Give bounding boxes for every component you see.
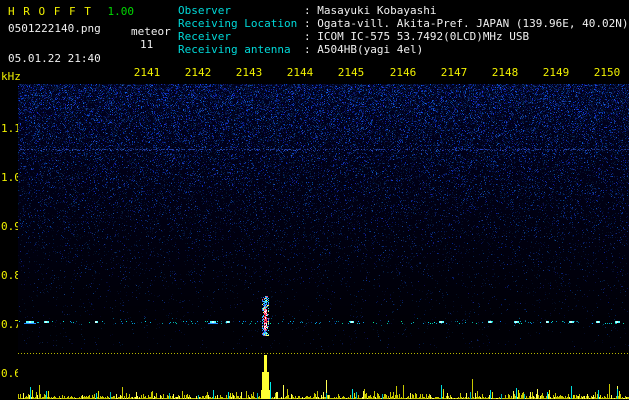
- x-tick-label: 2145: [337, 66, 365, 79]
- station-row-observer: Observer Masayuki Kobayashi: [178, 4, 629, 17]
- station-value: ICOM IC-575 53.7492(0LCD)MHz USB: [304, 30, 529, 43]
- station-info: Observer Masayuki Kobayashi Receiving Loc…: [178, 4, 629, 56]
- y-tick-label: 0.7: [1, 318, 21, 331]
- signal-level-canvas: [18, 352, 629, 400]
- station-label: Receiving Location: [178, 17, 298, 30]
- x-tick-label: 2147: [440, 66, 468, 79]
- y-tick-label: 0.8: [1, 269, 21, 282]
- spectrogram-canvas: [18, 84, 629, 350]
- datetime: 05.01.22 21:40: [8, 52, 101, 65]
- x-tick-label: 2141: [133, 66, 161, 79]
- y-tick-label: 0.9: [1, 220, 21, 233]
- time-axis: 2141 2142 2143 2144 2145 2146 2147 2148 2149 2150: [0, 66, 629, 79]
- x-tick-label: 2146: [389, 66, 417, 79]
- title-row: H R O F F T 1.00: [8, 5, 134, 18]
- station-label: Receiver: [178, 30, 231, 43]
- station-label: Receiving antenna: [178, 43, 291, 56]
- x-tick-label: 2142: [184, 66, 212, 79]
- x-tick-label: 2148: [491, 66, 519, 79]
- station-label: Observer: [178, 4, 231, 17]
- x-tick-label: 2150: [593, 66, 621, 79]
- meteor-count: 11: [140, 38, 154, 51]
- x-tick-label: 2143: [235, 66, 263, 79]
- y-tick-label: 1.1: [1, 122, 21, 135]
- output-filename: 0501222140.png: [8, 22, 101, 35]
- station-value: Masayuki Kobayashi: [304, 4, 436, 17]
- station-row-receiver: Receiver ICOM IC-575 53.7492(0LCD)MHz USB: [178, 30, 629, 43]
- app-version: 1.00: [107, 5, 134, 18]
- y-tick-label: 0.6: [1, 367, 21, 380]
- x-tick-label: 2149: [542, 66, 570, 79]
- meteor-label: meteor: [131, 25, 171, 38]
- y-tick-label: 1.0: [1, 171, 21, 184]
- frequency-axis: 1.1 1.0 0.9 0.8 0.7 0.6: [0, 0, 21, 400]
- station-value: A504HB(yagi 4el): [304, 43, 423, 56]
- app-title: H R O F F T: [8, 5, 92, 18]
- hrofft-output: H R O F F T 1.00 0501222140.png meteor 1…: [0, 0, 629, 400]
- x-tick-label: 2144: [286, 66, 314, 79]
- station-value: Ogata-vill. Akita-Pref. JAPAN (139.96E, …: [304, 17, 628, 30]
- station-row-location: Receiving Location Ogata-vill. Akita-Pref…: [178, 17, 629, 30]
- station-row-antenna: Receiving antenna A504HB(yagi 4el): [178, 43, 629, 56]
